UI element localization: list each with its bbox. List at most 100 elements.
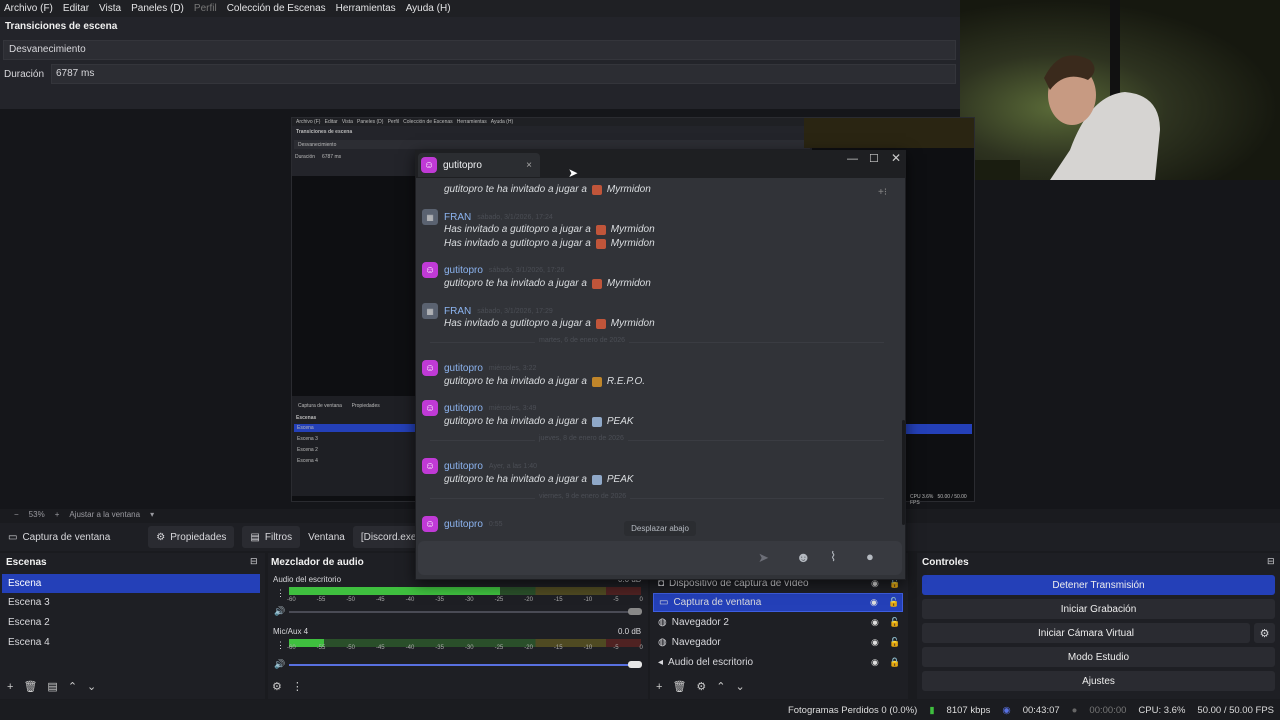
avatar[interactable]: ☺ [422, 516, 438, 532]
volume-slider-knob[interactable] [628, 608, 642, 615]
lock-icon[interactable]: 🔓 [888, 597, 899, 608]
volume-slider-knob[interactable] [628, 661, 642, 668]
eye-icon[interactable]: ◉ [870, 597, 878, 608]
menu-ayuda[interactable]: Ayuda (H) [406, 3, 451, 14]
window-icon: ▭ [659, 597, 669, 608]
chevron-down-icon[interactable]: ▾ [150, 510, 154, 519]
undock-icon[interactable]: ⊟ [1267, 556, 1275, 567]
gear-icon[interactable]: ⚙ [696, 680, 706, 693]
move-up-icon[interactable]: ⌃ [716, 680, 725, 693]
avatar[interactable]: ☺ [422, 400, 438, 416]
menu-herramientas[interactable]: Herramientas [336, 3, 396, 14]
eye-icon[interactable]: ◉ [871, 637, 879, 648]
avatar[interactable]: ▦ [422, 303, 438, 319]
meter-tick-label: -55 [316, 597, 326, 603]
transition-select[interactable]: Desvanecimiento [3, 40, 956, 60]
avatar[interactable]: ▦ [422, 209, 438, 225]
message-header: ☺ gutitopro Ayer, a las 1:40 [422, 458, 537, 474]
avatar[interactable]: ☺ [422, 458, 438, 474]
trash-icon[interactable]: 🗑 [672, 680, 686, 693]
add-icon[interactable]: + [656, 681, 662, 693]
scene-item[interactable]: Escena 3 [2, 593, 260, 612]
volume-slider[interactable] [289, 611, 635, 613]
send-icon[interactable]: ➤ [758, 550, 769, 566]
meter-tick-label: -45 [375, 645, 385, 651]
properties-button[interactable]: ⚙ Propiedades [148, 526, 235, 548]
lock-icon[interactable]: 🔓 [889, 617, 900, 628]
start-recording-button[interactable]: Iniciar Grabación [922, 599, 1275, 619]
zoom-in-button[interactable]: + [55, 510, 60, 519]
zoom-level: 53% [28, 509, 45, 519]
stream-time: 00:43:07 [1022, 704, 1060, 716]
date-divider [430, 440, 884, 441]
virtual-camera-button[interactable]: Iniciar Cámara Virtual [922, 623, 1250, 643]
menu-coleccion[interactable]: Colección de Escenas [227, 3, 326, 14]
filters-button[interactable]: ▤ Filtros [242, 526, 301, 548]
source-row[interactable]: ◍ Navegador ◉ 🔓 [653, 633, 903, 652]
stop-stream-button[interactable]: Detener Transmisión [922, 575, 1275, 595]
microphone-icon[interactable]: ● [866, 549, 874, 564]
scene-item[interactable]: Escena [2, 574, 260, 593]
scroll-down-button[interactable]: Desplazar abajo [624, 521, 696, 536]
avatar[interactable]: ☺ [422, 360, 438, 376]
fit-window-select[interactable]: Ajustar a la ventana [69, 510, 140, 519]
zoom-bar: − 53% + Ajustar a la ventana ▾ [0, 507, 420, 521]
virtual-camera-settings-icon[interactable]: ⚙ [1254, 623, 1275, 643]
emoji-icon[interactable]: ☻ [796, 549, 811, 565]
volume-slider[interactable] [289, 664, 635, 666]
scene-item[interactable]: Escena 2 [2, 613, 260, 632]
maximize-icon[interactable]: ☐ [869, 152, 879, 165]
scrollbar[interactable] [902, 420, 905, 525]
advanced-audio-icon[interactable]: ⚙ [272, 680, 282, 693]
mini-source: Captura de ventana Propiedades [298, 403, 380, 409]
fps: 50.00 / 50.00 FPS [1197, 704, 1274, 716]
source-row[interactable]: ▭ Captura de ventana ◉ 🔓 [653, 593, 903, 612]
trash-icon[interactable]: 🗑 [23, 680, 37, 693]
attachment-icon[interactable]: ⌇ [830, 549, 836, 565]
studio-mode-button[interactable]: Modo Estudio [922, 647, 1275, 667]
meter-tick-label: -25 [494, 645, 504, 651]
zoom-out-button[interactable]: − [14, 510, 19, 519]
menu-editar[interactable]: Editar [63, 3, 89, 14]
eye-icon[interactable]: ◉ [871, 617, 879, 628]
source-row[interactable]: ◂ Audio del escritorio ◉ 🔒 [653, 653, 903, 672]
discord-tab[interactable]: ☺ gutitopro × [418, 153, 540, 177]
meter-tick-label: -35 [435, 645, 444, 651]
window-icon: ▭ [8, 531, 18, 543]
menu-archivo[interactable]: Archivo (F) [4, 3, 53, 14]
source-row[interactable]: ◍ Navegador 2 ◉ 🔓 [653, 613, 903, 632]
eye-icon[interactable]: ◉ [871, 657, 879, 668]
move-up-icon[interactable]: ⌃ [68, 680, 77, 693]
message-line: gutitopro te ha invitado a jugar a PEAK [444, 474, 634, 485]
move-down-icon[interactable]: ⌄ [87, 680, 96, 693]
close-icon[interactable]: ✕ [891, 151, 901, 165]
menu-perfil[interactable]: Perfil [194, 3, 217, 14]
undock-icon[interactable]: ⊟ [250, 556, 258, 567]
menu-vista[interactable]: Vista [99, 3, 121, 14]
lock-icon[interactable]: 🔓 [889, 637, 900, 648]
globe-icon: ◍ [658, 617, 667, 628]
game-icon [591, 278, 602, 289]
avatar[interactable]: ☺ [422, 262, 438, 278]
add-member-icon[interactable]: +⁝ [878, 187, 887, 198]
kebab-menu-icon[interactable]: ⋮ [276, 640, 285, 651]
minimize-icon[interactable]: — [847, 153, 858, 165]
speaker-icon[interactable]: 🔊 [274, 606, 285, 617]
close-tab-icon[interactable]: × [526, 160, 532, 171]
move-down-icon[interactable]: ⌄ [736, 680, 745, 693]
signal-icon: ▮ [929, 704, 935, 716]
filter-icon[interactable]: ▤ [47, 680, 57, 693]
scene-item[interactable]: Escena 4 [2, 633, 260, 652]
kebab-menu-icon[interactable]: ⋮ [292, 680, 303, 693]
game-icon [591, 184, 602, 195]
lock-icon[interactable]: 🔒 [889, 657, 900, 668]
settings-button[interactable]: Ajustes [922, 671, 1275, 691]
message-line: gutitopro te ha invitado a jugar a Myrmid… [444, 278, 651, 289]
kebab-menu-icon[interactable]: ⋮ [276, 588, 285, 599]
duration-input[interactable]: 6787 ms [51, 64, 956, 84]
record-time: 00:00:00 [1089, 704, 1127, 716]
speaker-icon[interactable]: 🔊 [274, 659, 285, 670]
meter-tick-label: 0 [639, 597, 643, 603]
menu-paneles[interactable]: Paneles (D) [131, 3, 184, 14]
add-icon[interactable]: + [7, 681, 13, 693]
